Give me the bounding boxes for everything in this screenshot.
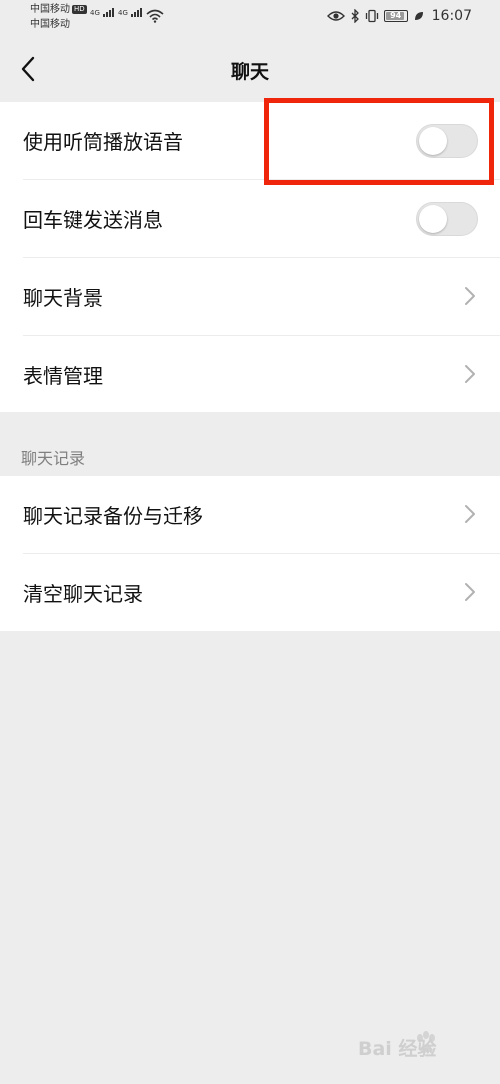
network-type: 4G	[118, 9, 128, 17]
toggle-knob	[419, 205, 447, 233]
setting-label: 回车键发送消息	[23, 208, 163, 232]
setting-row-chat-background[interactable]: 聊天背景	[0, 258, 500, 336]
system-icons: 94 16:07	[326, 8, 472, 24]
carrier-secondary: 中国移动	[30, 19, 70, 30]
hd-badge: HD	[72, 5, 87, 14]
battery-icon: 94	[383, 10, 408, 22]
clock: 16:07	[431, 8, 472, 24]
nav-bar: 聊天	[0, 36, 500, 102]
chevron-right-icon	[465, 505, 475, 523]
watermark: Bai 经验	[358, 1038, 437, 1060]
section-header-chat-history: 聊天记录	[21, 449, 86, 468]
bluetooth-icon	[351, 9, 359, 23]
chevron-right-icon	[465, 287, 475, 305]
setting-label: 聊天背景	[23, 286, 103, 310]
signal-4g-2: 4G	[118, 8, 143, 17]
signal-bars-icon	[103, 8, 115, 17]
highlight-box	[264, 98, 494, 185]
enter-send-toggle[interactable]	[416, 202, 478, 236]
wifi-icon	[146, 9, 164, 23]
eye-icon	[326, 11, 345, 21]
page-title: 聊天	[230, 61, 269, 83]
carrier-primary: 中国移动 HD	[30, 4, 87, 16]
signal-bars-icon	[131, 8, 143, 17]
battery-level: 94	[390, 11, 402, 20]
setting-label: 清空聊天记录	[23, 582, 143, 606]
status-bar: 中国移动 HD 中国移动 4G 4G 94 16:07	[0, 0, 500, 36]
setting-row-backup-migrate[interactable]: 聊天记录备份与迁移	[0, 476, 500, 554]
vibrate-icon	[365, 9, 378, 23]
setting-label: 表情管理	[23, 364, 103, 388]
chevron-right-icon	[465, 583, 475, 601]
chat-history-group: 聊天记录备份与迁移 清空聊天记录	[0, 476, 500, 631]
setting-row-clear-history[interactable]: 清空聊天记录	[0, 554, 500, 632]
setting-row-enter-send[interactable]: 回车键发送消息	[0, 180, 500, 258]
setting-label: 聊天记录备份与迁移	[23, 504, 203, 528]
network-type: 4G	[90, 9, 100, 17]
carrier-name: 中国移动	[30, 4, 70, 15]
setting-label: 使用听筒播放语音	[23, 130, 183, 154]
leaf-icon	[414, 12, 423, 20]
chevron-right-icon	[465, 365, 475, 383]
setting-row-sticker-management[interactable]: 表情管理	[0, 336, 500, 414]
signal-4g-1: 4G	[90, 8, 115, 17]
